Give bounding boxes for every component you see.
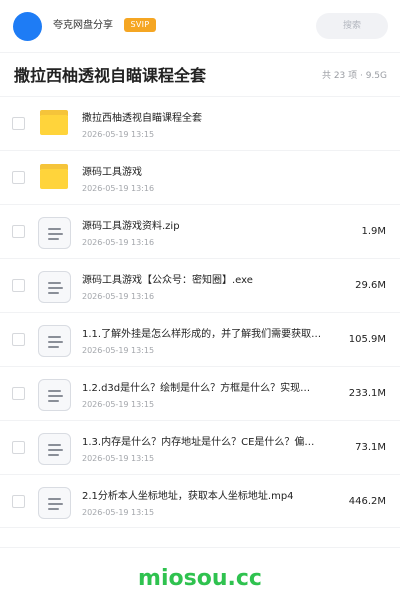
- folder-icon: [40, 110, 68, 135]
- item-name: 源码工具游戏【公众号：密知圈】.exe: [82, 275, 253, 286]
- document-icon: [38, 217, 71, 249]
- item-name: 撒拉西柚透视自瞄课程全套: [82, 113, 202, 124]
- svip-badge: SVIP: [124, 18, 156, 32]
- item-date: 2026-05-19 13:16: [82, 292, 155, 301]
- avatar[interactable]: [13, 12, 42, 41]
- item-size: 73.1M: [355, 442, 386, 453]
- document-icon: [38, 433, 71, 465]
- item-size: 29.6M: [355, 280, 386, 291]
- list-item[interactable]: 源码工具游戏 2026-05-19 13:16: [0, 150, 400, 204]
- row-checkbox[interactable]: [12, 225, 25, 238]
- page-title: 撒拉西柚透视自瞄课程全套: [14, 66, 207, 85]
- item-size: 105.9M: [348, 334, 386, 345]
- row-checkbox[interactable]: [12, 441, 25, 454]
- row-checkbox[interactable]: [12, 495, 25, 508]
- item-name: 1.2.d3d是什么？绘制是什么？方框是什么？实现…: [82, 383, 311, 394]
- item-name: 1.3.内存是什么？内存地址是什么？CE是什么？偏…: [82, 437, 315, 448]
- divider: [0, 547, 400, 548]
- item-name: 源码工具游戏: [82, 167, 142, 178]
- item-name: 1.1.了解外挂是怎么样形成的，并了解我们需要获取…: [82, 329, 322, 340]
- row-checkbox[interactable]: [12, 279, 25, 292]
- file-list: 撒拉西柚透视自瞄课程全套 2026-05-19 13:15 源码工具游戏 202…: [0, 96, 400, 528]
- item-date: 2026-05-19 13:15: [82, 508, 155, 517]
- item-date: 2026-05-19 13:15: [82, 454, 155, 463]
- document-icon: [38, 325, 71, 357]
- folder-icon: [40, 164, 68, 189]
- list-item[interactable]: 1.3.内存是什么？内存地址是什么？CE是什么？偏… 2026-05-19 13…: [0, 420, 400, 474]
- list-item[interactable]: 源码工具游戏资料.zip 2026-05-19 13:16 1.9M: [0, 204, 400, 258]
- list-item[interactable]: 1.1.了解外挂是怎么样形成的，并了解我们需要获取… 2026-05-19 13…: [0, 312, 400, 366]
- item-name: 2.1分析本人坐标地址，获取本人坐标地址.mp4: [82, 491, 294, 502]
- watermark: miosou.cc: [138, 566, 262, 591]
- top-bar: 夸克网盘分享 SVIP 搜索: [0, 0, 400, 52]
- item-size: 1.9M: [361, 226, 386, 237]
- document-icon: [38, 271, 71, 303]
- item-date: 2026-05-19 13:15: [82, 400, 155, 409]
- item-date: 2026-05-19 13:16: [82, 184, 155, 193]
- item-size: 446.2M: [348, 496, 386, 507]
- share-source-name: 夸克网盘分享: [53, 20, 113, 31]
- list-item[interactable]: 源码工具游戏【公众号：密知圈】.exe 2026-05-19 13:16 29.…: [0, 258, 400, 312]
- item-date: 2026-05-19 13:15: [82, 346, 155, 355]
- divider: [0, 52, 400, 53]
- item-size: 233.1M: [348, 388, 386, 399]
- row-checkbox[interactable]: [12, 117, 25, 130]
- list-item[interactable]: 1.2.d3d是什么？绘制是什么？方框是什么？实现… 2026-05-19 13…: [0, 366, 400, 420]
- item-count: 共 23 项 · 9.5G: [321, 71, 387, 81]
- row-checkbox[interactable]: [12, 171, 25, 184]
- search-input[interactable]: 搜索: [316, 13, 388, 39]
- item-date: 2026-05-19 13:15: [82, 130, 155, 139]
- row-checkbox[interactable]: [12, 333, 25, 346]
- item-name: 源码工具游戏资料.zip: [82, 221, 180, 232]
- row-checkbox[interactable]: [12, 387, 25, 400]
- item-date: 2026-05-19 13:16: [82, 238, 155, 247]
- document-icon: [38, 487, 71, 519]
- list-item[interactable]: 撒拉西柚透视自瞄课程全套 2026-05-19 13:15: [0, 96, 400, 150]
- list-item[interactable]: 2.1分析本人坐标地址，获取本人坐标地址.mp4 2026-05-19 13:1…: [0, 474, 400, 528]
- document-icon: [38, 379, 71, 411]
